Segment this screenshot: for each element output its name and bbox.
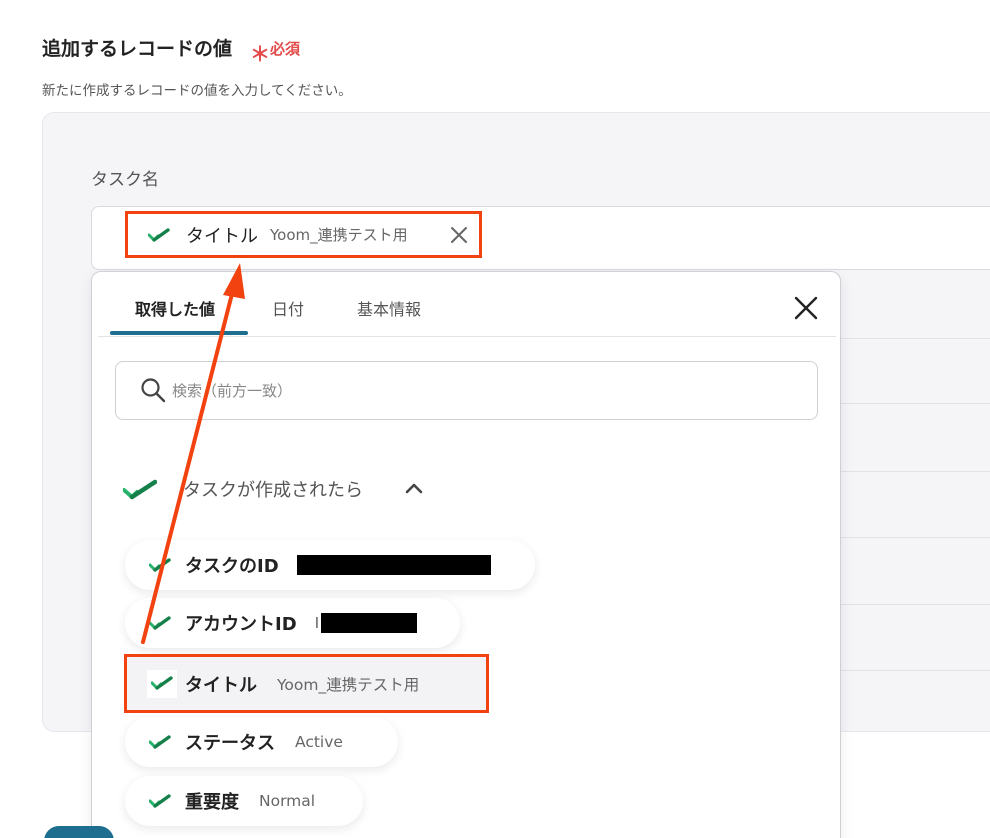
group-header-label[interactable]: タスクが作成されたら [183,476,363,502]
item-value: Active [295,733,343,751]
tab-basic-info[interactable]: 基本情報 [357,296,421,320]
chip-value: Yoom_連携テスト用 [270,226,408,244]
item-value: Yoom_連携テスト用 [277,675,420,694]
redacted-value [296,555,491,575]
list-item-status[interactable]: ステータス Active [125,717,398,767]
logo-box [147,669,177,698]
background-row-divider [835,403,990,404]
section-title: 追加するレコードの値 [42,38,233,60]
search-input[interactable] [172,376,772,406]
app-logo-icon [149,615,171,630]
tab-acquired-values[interactable]: 取得した値 [135,296,215,320]
required-label: 必須 [270,40,301,58]
search-icon [141,378,166,403]
chevron-up-icon[interactable] [404,481,424,495]
list-item-task-id[interactable]: タスクのID [125,540,535,590]
list-item-title[interactable]: タイトル Yoom_連携テスト用 [124,654,489,713]
tab-date[interactable]: 日付 [272,296,304,320]
background-row-divider [835,471,990,472]
close-icon[interactable] [793,295,819,321]
item-value: Normal [259,792,316,810]
background-row-divider [835,670,990,671]
tab-divider [98,336,836,337]
item-label: ステータス [185,733,275,754]
item-label: タスクのID [185,556,279,577]
app-logo-icon [149,557,171,572]
app-logo-icon [149,734,171,749]
field-label-task-name: タスク名 [91,170,159,190]
list-item-account-id[interactable]: アカウントID I [125,598,460,648]
item-label: アカウントID [185,614,297,635]
bottom-action-button[interactable] [44,826,114,838]
item-label: タイトル [185,674,257,696]
app-logo-icon [149,793,171,808]
item-value: I [314,614,320,632]
required-mark: ＊ [250,42,270,66]
item-label: 重要度 [185,792,239,813]
app-logo-icon [151,676,173,690]
app-logo-icon [148,227,170,242]
background-row-divider [835,338,990,339]
background-row-divider [835,604,990,605]
chip-label: タイトル [186,225,258,247]
background-row-divider [835,537,990,538]
section-description: 新たに作成するレコードの値を入力してください。 [42,83,352,99]
app-logo-icon [123,479,157,500]
active-tab-indicator [110,331,248,335]
redacted-value [321,613,418,633]
selected-value-chip[interactable]: タイトル Yoom_連携テスト用 [125,211,482,258]
list-item-importance[interactable]: 重要度 Normal [125,776,363,826]
chip-remove-icon[interactable] [449,225,469,245]
